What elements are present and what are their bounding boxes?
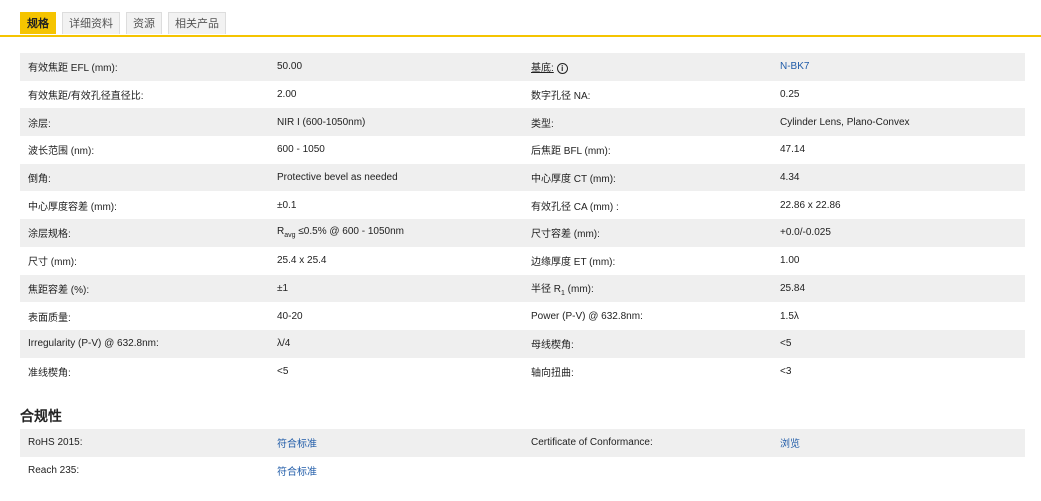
spec-value: 4.34 — [772, 163, 1025, 192]
spec-label: 准线楔角: — [20, 357, 269, 386]
spec-label: 半径 R1 (mm): — [523, 274, 772, 303]
spec-value: 0.25 — [772, 80, 1025, 109]
compliance-value — [772, 456, 1025, 485]
tab-underline — [0, 35, 1041, 37]
table-row: RoHS 2015: 符合标准 Certificate of Conforman… — [20, 429, 1025, 457]
spec-value: 1.5λ — [772, 302, 1025, 330]
spec-label: 焦距容差 (%): — [20, 274, 269, 303]
table-row: 中心厚度容差 (mm): ±0.1 有效孔径 CA (mm) : 22.86 x… — [20, 191, 1025, 220]
spec-label: 有效焦距/有效孔径直径比: — [20, 80, 269, 109]
spec-value: 40-20 — [269, 302, 523, 330]
spec-label: 后焦距 BFL (mm): — [523, 136, 772, 164]
spec-label: 有效焦距 EFL (mm): — [20, 53, 269, 81]
spec-value: ±1 — [269, 274, 523, 303]
spec-label: Power (P-V) @ 632.8nm: — [523, 302, 772, 330]
spec-label: 涂层: — [20, 108, 269, 137]
spec-label: 数字孔径 NA: — [523, 80, 772, 109]
tab-details[interactable]: 详细资料 — [62, 12, 120, 34]
reach-link[interactable]: 符合标准 — [277, 467, 317, 478]
table-row: Reach 235: 符合标准 — [20, 456, 1025, 485]
spec-label: Irregularity (P-V) @ 632.8nm: — [20, 329, 269, 358]
tab-specs[interactable]: 规格 — [20, 12, 56, 34]
spec-value: NIR I (600-1050nm) — [269, 108, 523, 137]
compliance-value: 符合标准 — [269, 456, 523, 485]
compliance-label: RoHS 2015: — [20, 429, 269, 457]
spec-table: 有效焦距 EFL (mm): 50.00 基底: i N-BK7 有效焦距/有效孔… — [20, 53, 1025, 386]
table-row: 涂层规格: Ravg ≤0.5% @ 600 - 1050nm 尺寸容差 (mm… — [20, 219, 1025, 247]
substrate-link[interactable]: N-BK7 — [780, 61, 809, 72]
spec-label: 基底: i — [523, 53, 772, 81]
spec-value: 1.00 — [772, 246, 1025, 275]
spec-value: <5 — [269, 357, 523, 386]
spec-label: 倒角: — [20, 163, 269, 192]
spec-label: 轴向扭曲: — [523, 357, 772, 386]
spec-label: 涂层规格: — [20, 219, 269, 247]
spec-label: 中心厚度容差 (mm): — [20, 191, 269, 220]
table-row: 倒角: Protective bevel as needed 中心厚度 CT (… — [20, 163, 1025, 192]
table-row: 焦距容差 (%): ±1 半径 R1 (mm): 25.84 — [20, 274, 1025, 303]
spec-value: Protective bevel as needed — [269, 163, 523, 192]
compliance-label: Reach 235: — [20, 456, 269, 485]
spec-value: 47.14 — [772, 136, 1025, 164]
table-row: 涂层: NIR I (600-1050nm) 类型: Cylinder Lens… — [20, 108, 1025, 137]
spec-label: 表面质量: — [20, 302, 269, 330]
tab-related-products[interactable]: 相关产品 — [168, 12, 226, 34]
spec-value: 50.00 — [269, 53, 523, 81]
certificate-view-link[interactable]: 浏览 — [780, 439, 800, 450]
coating-sub: avg — [284, 232, 296, 240]
compliance-label: Certificate of Conformance: — [523, 429, 772, 457]
spec-label: 母线楔角: — [523, 329, 772, 358]
compliance-heading: 合规性 — [20, 408, 62, 424]
tab-bar: 规格 详细资料 资源 相关产品 — [20, 12, 226, 36]
table-row: 有效焦距/有效孔径直径比: 2.00 数字孔径 NA: 0.25 — [20, 80, 1025, 109]
radius-rest: (mm): — [564, 283, 594, 295]
spec-value: +0.0/-0.025 — [772, 219, 1025, 247]
spec-value: ±0.1 — [269, 191, 523, 220]
spec-value: <5 — [772, 329, 1025, 358]
spec-value: 2.00 — [269, 80, 523, 109]
spec-label: 尺寸 (mm): — [20, 246, 269, 275]
tab-resources[interactable]: 资源 — [126, 12, 162, 34]
spec-label: 类型: — [523, 108, 772, 137]
spec-label: 中心厚度 CT (mm): — [523, 163, 772, 192]
radius-label: 半径 R — [531, 283, 561, 295]
spec-value: Cylinder Lens, Plano-Convex — [772, 108, 1025, 137]
compliance-value: 浏览 — [772, 429, 1025, 457]
spec-value: λ/4 — [269, 329, 523, 358]
spec-label: 边缘厚度 ET (mm): — [523, 246, 772, 275]
rohs-link[interactable]: 符合标准 — [277, 439, 317, 450]
spec-label: 有效孔径 CA (mm) : — [523, 191, 772, 220]
compliance-label — [523, 456, 772, 485]
table-row: 有效焦距 EFL (mm): 50.00 基底: i N-BK7 — [20, 53, 1025, 81]
coating-rest: ≤0.5% @ 600 - 1050nm — [295, 226, 405, 238]
spec-value: 22.86 x 22.86 — [772, 191, 1025, 220]
spec-label: 尺寸容差 (mm): — [523, 219, 772, 247]
spec-value: Ravg ≤0.5% @ 600 - 1050nm — [269, 219, 523, 247]
info-icon[interactable]: i — [556, 63, 568, 75]
substrate-label[interactable]: 基底: — [531, 63, 554, 74]
spec-label: 波长范围 (nm): — [20, 136, 269, 164]
spec-value: N-BK7 — [772, 53, 1025, 81]
compliance-table: RoHS 2015: 符合标准 Certificate of Conforman… — [20, 429, 1025, 485]
table-row: Irregularity (P-V) @ 632.8nm: λ/4 母线楔角: … — [20, 329, 1025, 358]
table-row: 表面质量: 40-20 Power (P-V) @ 632.8nm: 1.5λ — [20, 302, 1025, 330]
spec-value: <3 — [772, 357, 1025, 386]
table-row: 尺寸 (mm): 25.4 x 25.4 边缘厚度 ET (mm): 1.00 — [20, 246, 1025, 275]
spec-value: 600 - 1050 — [269, 136, 523, 164]
table-row: 波长范围 (nm): 600 - 1050 后焦距 BFL (mm): 47.1… — [20, 136, 1025, 164]
spec-value: 25.84 — [772, 274, 1025, 303]
spec-value: 25.4 x 25.4 — [269, 246, 523, 275]
table-row: 准线楔角: <5 轴向扭曲: <3 — [20, 357, 1025, 386]
compliance-value: 符合标准 — [269, 429, 523, 457]
